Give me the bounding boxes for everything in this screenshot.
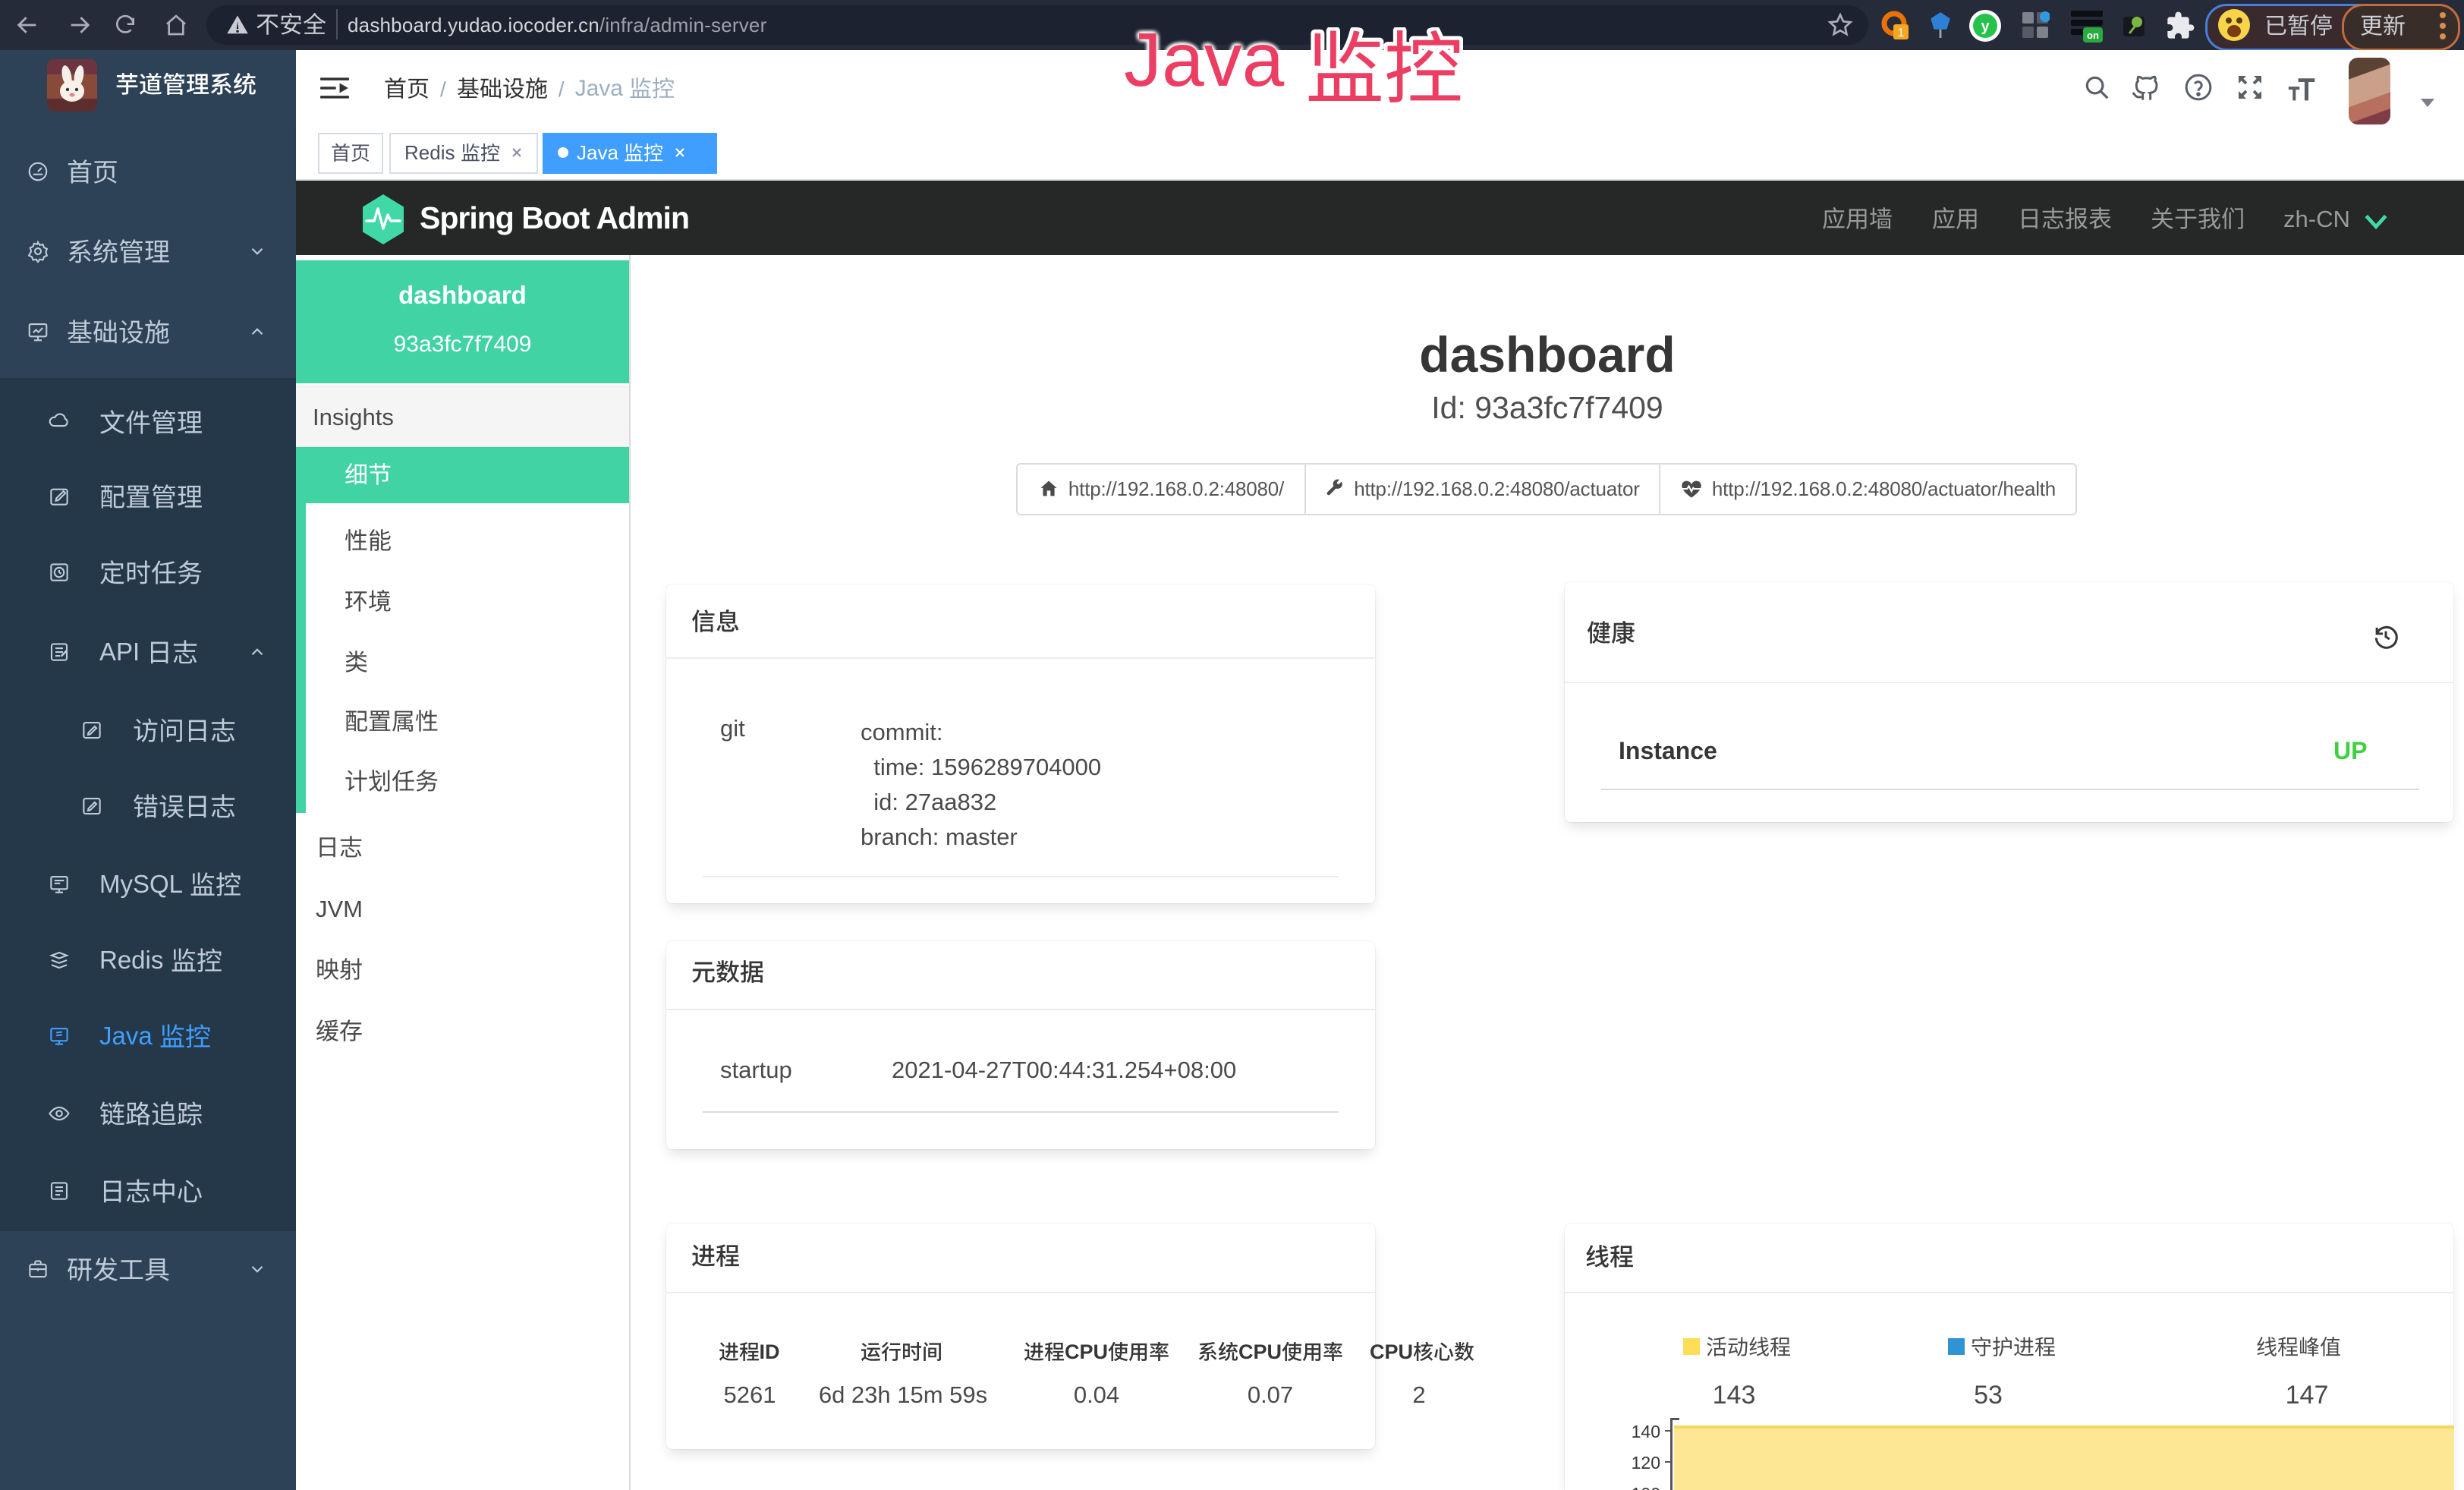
svg-text:1: 1	[1898, 27, 1905, 39]
svg-text:y: y	[1981, 18, 1990, 35]
svg-text:on: on	[2087, 30, 2099, 41]
